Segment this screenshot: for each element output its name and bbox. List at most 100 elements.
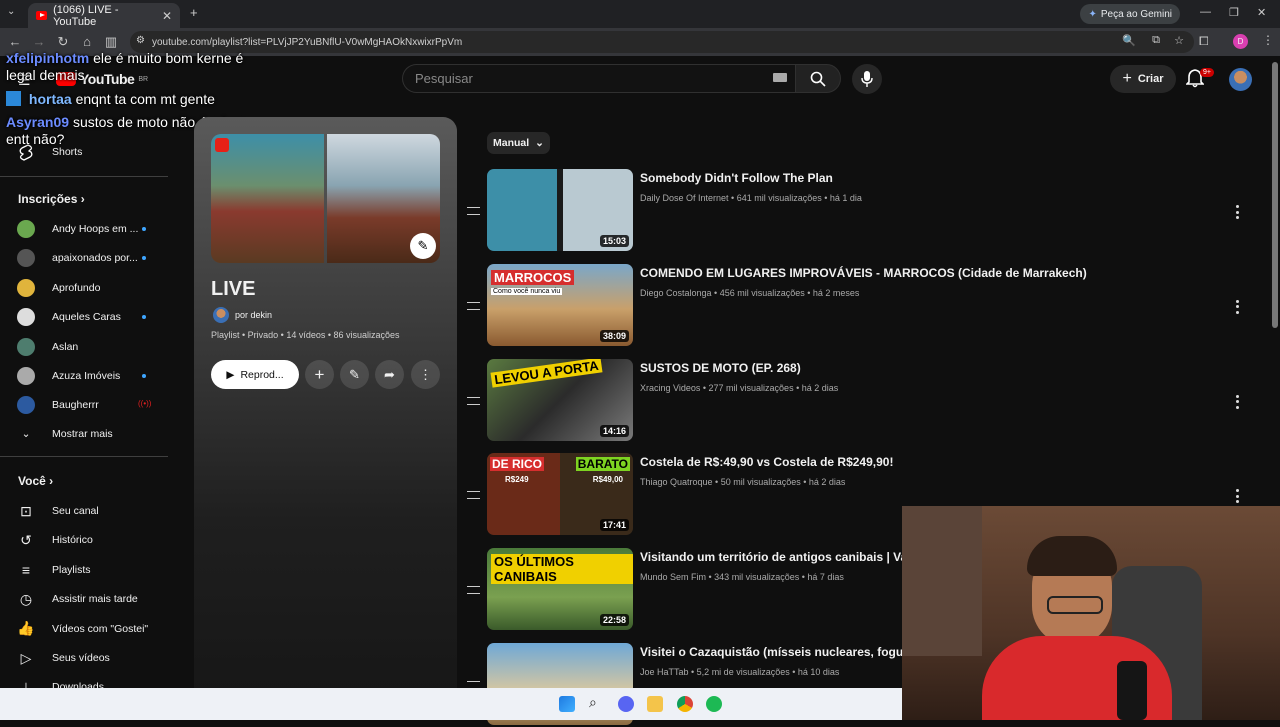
sidebar-item-you[interactable]: ≡ Playlists bbox=[17, 561, 91, 579]
keyboard-icon[interactable] bbox=[773, 73, 787, 82]
search-placeholder: Pesquisar bbox=[415, 71, 473, 86]
home-icon[interactable]: ⌂ bbox=[75, 34, 99, 49]
sidebar-channel-item[interactable]: Andy Hoops em ... bbox=[17, 220, 138, 238]
video-title[interactable]: SUSTOS DE MOTO (EP. 268) bbox=[640, 361, 801, 375]
browser-tab[interactable]: (1066) LIVE - YouTube ✕ bbox=[28, 3, 180, 28]
video-thumbnail[interactable]: DE RICO BARATO R$249 R$49,00 17:41 bbox=[487, 453, 633, 536]
video-menu-icon[interactable] bbox=[1235, 299, 1239, 314]
channel-name: Baugherrr bbox=[52, 399, 99, 412]
chrome-icon[interactable] bbox=[677, 696, 693, 712]
video-title[interactable]: Visitei o Cazaquistão (mísseis nucleares… bbox=[640, 645, 927, 659]
close-window-icon[interactable]: ✕ bbox=[1257, 6, 1266, 19]
back-icon[interactable]: ← bbox=[3, 34, 27, 49]
video-thumbnail[interactable]: 15:03 bbox=[487, 169, 633, 251]
file-explorer-icon[interactable] bbox=[647, 696, 663, 712]
edit-cover-icon[interactable]: ✎ bbox=[410, 233, 436, 259]
extensions-icon[interactable]: ⧠ bbox=[1199, 34, 1209, 49]
video-duration: 38:09 bbox=[599, 329, 629, 342]
video-thumbnail[interactable]: LEVOU A PORTA 14:16 bbox=[487, 358, 633, 441]
subscriptions-heading[interactable]: Inscrições › bbox=[18, 192, 85, 206]
youtube-favicon-icon bbox=[36, 11, 48, 20]
spotify-icon[interactable] bbox=[706, 696, 722, 712]
drag-handle-icon[interactable] bbox=[467, 396, 480, 405]
sidebar-toggle-icon[interactable]: ▥ bbox=[99, 34, 123, 50]
zoom-icon[interactable]: 🔍 bbox=[1122, 34, 1136, 47]
profile-avatar[interactable]: D bbox=[1233, 34, 1248, 49]
playlist-video-row[interactable]: 15:03 Somebody Didn't Follow The Plan Dail… bbox=[465, 169, 1265, 253]
page-scrollbar[interactable] bbox=[1272, 62, 1278, 328]
sidebar-channel-item[interactable]: apaixonados por... bbox=[17, 249, 138, 268]
minimize-icon[interactable]: — bbox=[1200, 6, 1211, 18]
more-vert-icon: ⋮ bbox=[419, 366, 432, 382]
channel-avatar bbox=[17, 278, 35, 297]
playlist-cover-image[interactable]: ✎ bbox=[211, 134, 440, 263]
chat-message: xfelipinhotm ele é muito bom kerne é leg… bbox=[6, 50, 266, 84]
search-button[interactable] bbox=[795, 64, 841, 93]
windows-start-icon[interactable] bbox=[559, 696, 575, 712]
video-menu-icon[interactable] bbox=[1235, 205, 1239, 219]
video-thumbnail[interactable]: MARROCOS Como você nunca viu 38:09 bbox=[487, 263, 633, 346]
sidebar-channel-item[interactable]: Azuza Imóveis bbox=[17, 367, 120, 385]
drag-handle-icon[interactable] bbox=[467, 301, 480, 310]
drag-handle-icon[interactable] bbox=[467, 586, 480, 595]
pencil-icon: ✎ bbox=[349, 366, 360, 382]
chevron-down-icon: ⌄ bbox=[21, 428, 31, 440]
tab-search-icon[interactable]: ⌄ bbox=[7, 6, 15, 17]
video-title[interactable]: Costela de R$:49,90 vs Costela de R$249,… bbox=[640, 455, 893, 469]
video-title[interactable]: Visitando um território de antigos canib… bbox=[640, 550, 929, 564]
search-input[interactable]: Pesquisar bbox=[402, 64, 795, 93]
video-menu-icon[interactable] bbox=[1235, 394, 1239, 409]
site-info-icon[interactable]: ⚙ bbox=[136, 35, 145, 46]
bookmark-star-icon[interactable]: ☆ bbox=[1174, 34, 1184, 47]
playlist-owner[interactable]: por dekin bbox=[213, 307, 272, 323]
sidebar-item-label: Seu canal bbox=[52, 505, 99, 517]
sort-dropdown[interactable]: Manual ⌄ bbox=[487, 132, 550, 154]
video-duration: 22:58 bbox=[599, 614, 629, 627]
account-avatar[interactable] bbox=[1229, 68, 1252, 91]
channel-name: apaixonados por... bbox=[52, 252, 138, 265]
forward-icon[interactable]: → bbox=[27, 34, 51, 49]
notification-badge: 9+ bbox=[1200, 68, 1214, 77]
you-heading[interactable]: Você › bbox=[18, 474, 53, 488]
edit-playlist-button[interactable]: ✎ bbox=[340, 360, 369, 389]
add-video-button[interactable]: + bbox=[305, 360, 334, 389]
browser-menu-icon[interactable]: ⋮ bbox=[1262, 33, 1274, 47]
cast-icon[interactable]: ⧉ bbox=[1152, 34, 1160, 47]
thumbnail-text: DE RICO bbox=[490, 457, 545, 472]
video-title[interactable]: Somebody Didn't Follow The Plan bbox=[640, 171, 833, 185]
video-thumbnail[interactable]: OS ÚLTIMOS CANIBAIS 22:58 bbox=[487, 548, 633, 631]
channel-badge-icon bbox=[215, 138, 229, 152]
show-more-button[interactable]: ⌄ Mostrar mais bbox=[17, 425, 113, 443]
drag-handle-icon[interactable] bbox=[467, 491, 480, 500]
sidebar-channel-item[interactable]: Aqueles Caras bbox=[17, 308, 121, 327]
voice-search-button[interactable] bbox=[852, 64, 882, 94]
restore-icon[interactable]: ❐ bbox=[1229, 6, 1239, 19]
play-all-button[interactable]: ▶ Reprod... bbox=[211, 360, 299, 389]
sidebar-item-you[interactable]: 👍 Vídeos com "Gostei" bbox=[17, 620, 148, 638]
playlist-video-row[interactable]: LEVOU A PORTA 14:16 SUSTOS DE MOTO (EP. 26… bbox=[465, 358, 1265, 443]
sidebar-item-you[interactable]: ⊡ Seu canal bbox=[17, 502, 99, 520]
sidebar-item-you[interactable]: ↺ Histórico bbox=[17, 531, 93, 549]
video-menu-icon[interactable] bbox=[1235, 489, 1239, 504]
video-title[interactable]: COMENDO EM LUGARES IMPROVÁVEIS - MARROCO… bbox=[640, 266, 1087, 280]
sidebar-item-you[interactable]: ▷ Seus vídeos bbox=[17, 649, 110, 667]
discord-icon[interactable] bbox=[618, 696, 634, 712]
taskbar-search-icon[interactable]: ⌕ bbox=[589, 694, 605, 710]
sidebar-channel-item[interactable]: Aslan bbox=[17, 337, 78, 356]
drag-handle-icon[interactable] bbox=[467, 207, 480, 215]
gemini-button[interactable]: ✦ Peça ao Gemini bbox=[1080, 4, 1180, 24]
playlist-video-row[interactable]: MARROCOS Como você nunca viu 38:09 COMENDO … bbox=[465, 263, 1265, 348]
close-tab-icon[interactable]: ✕ bbox=[162, 9, 172, 23]
reload-icon[interactable]: ↻ bbox=[51, 34, 75, 50]
sidebar-channel-item[interactable]: Baugherrr bbox=[17, 396, 99, 415]
share-button[interactable]: ➦ bbox=[375, 360, 404, 389]
address-bar[interactable]: ⚙ youtube.com/playlist?list=PLVjJP2YuBNf… bbox=[130, 31, 1194, 53]
gemini-label: Peça ao Gemini bbox=[1100, 8, 1172, 20]
create-button[interactable]: + Criar bbox=[1110, 65, 1176, 93]
new-tab-icon[interactable]: + bbox=[190, 5, 198, 20]
sidebar-channel-item[interactable]: Aprofundo bbox=[17, 278, 100, 297]
channel-avatar bbox=[17, 249, 35, 268]
sidebar-item-you[interactable]: ◷ Assistir mais tarde bbox=[17, 590, 138, 608]
more-options-button[interactable]: ⋮ bbox=[411, 360, 440, 389]
sidebar-item-label: Playlists bbox=[52, 563, 91, 576]
